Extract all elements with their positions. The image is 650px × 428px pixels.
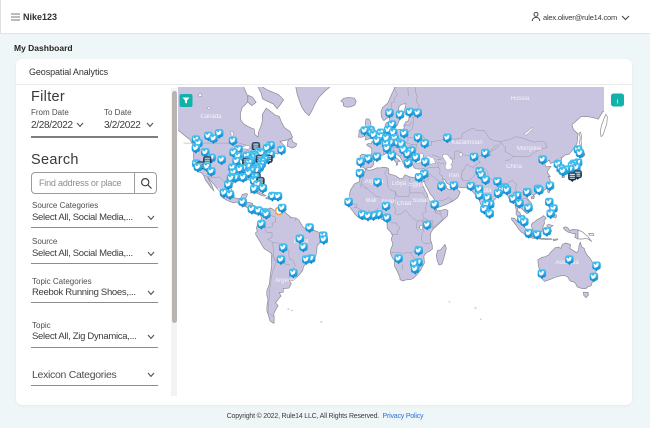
svg-text:Libya: Libya [392, 181, 407, 187]
svg-text:Canada: Canada [200, 114, 222, 120]
svg-text:Chad: Chad [397, 201, 411, 207]
svg-text:China: China [506, 164, 522, 170]
svg-text:Egypt: Egypt [408, 182, 424, 188]
svg-text:Kazakhstan: Kazakhstan [451, 140, 482, 146]
svg-text:Mali: Mali [365, 198, 376, 204]
svg-text:Argentina: Argentina [275, 278, 301, 284]
svg-text:Mongolia: Mongolia [517, 146, 542, 152]
svg-text:Russia: Russia [511, 96, 530, 102]
svg-text:Iran: Iran [449, 173, 459, 179]
svg-text:Sudan: Sudan [412, 198, 429, 204]
